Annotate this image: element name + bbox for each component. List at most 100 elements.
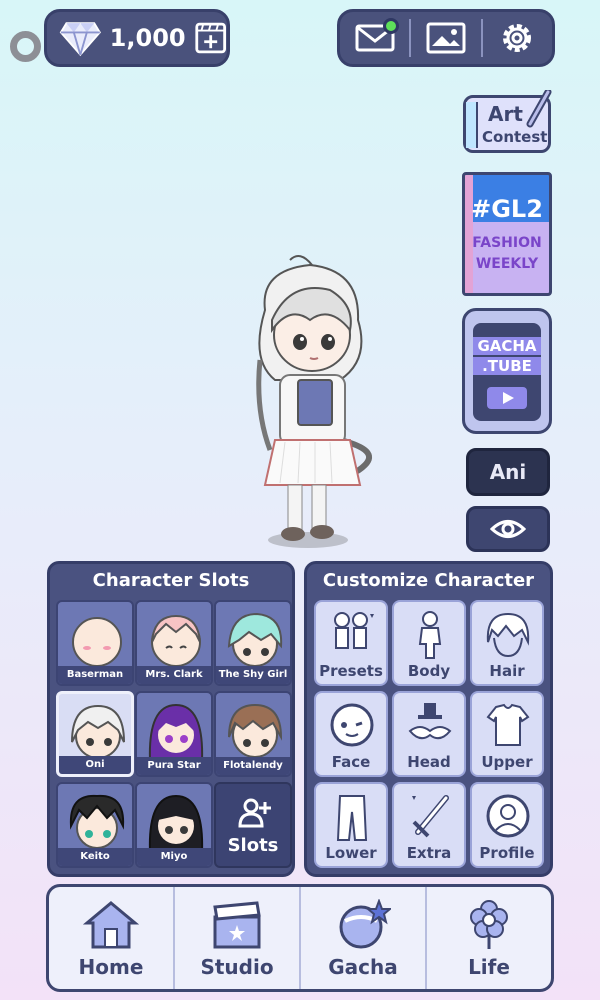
character-slots-panel: Character Slots Baserman Mrs. Clark The … (47, 561, 295, 877)
nav-life-label: Life (468, 955, 510, 979)
hair-icon (486, 612, 530, 658)
pants-icon (336, 795, 368, 841)
profile-label: Profile (479, 844, 535, 862)
currency-bar: 1,000 (44, 9, 230, 67)
slot-name: Baserman (58, 666, 132, 684)
slot-name: The Shy Girl (216, 666, 290, 684)
menu-ring-button[interactable] (10, 31, 41, 62)
magazine-spine (465, 175, 473, 293)
presets-button[interactable]: Presets (314, 600, 388, 686)
nav-home[interactable]: Home (49, 887, 175, 989)
slot-name: Keito (58, 848, 132, 866)
lower-label: Lower (325, 844, 377, 862)
profile-icon (486, 794, 530, 838)
body-button[interactable]: Body (392, 600, 466, 686)
diamond-amount: 1,000 (109, 24, 186, 52)
gallery-button[interactable] (411, 12, 480, 64)
face-label: Face (331, 753, 371, 771)
purple-hair-avatar-icon (148, 703, 204, 761)
slot-name: Oni (59, 756, 131, 774)
upper-label: Upper (481, 753, 533, 771)
nav-gacha-label: Gacha (328, 955, 398, 979)
white-hair-avatar-icon (71, 704, 125, 759)
lower-button[interactable]: Lower (314, 782, 388, 868)
ruler-decoration (466, 102, 478, 148)
slot-name: Miyo (137, 848, 211, 866)
hair-label: Hair (489, 662, 525, 680)
eye-icon (490, 520, 526, 538)
face-button[interactable]: Face (314, 691, 388, 777)
slot-name: Pura Star (137, 757, 211, 775)
art-contest-line2: Contest (482, 128, 548, 146)
home-icon (83, 901, 139, 949)
profile-button[interactable]: Profile (470, 782, 544, 868)
art-contest-line1: Art (488, 102, 523, 126)
add-person-icon (238, 798, 271, 828)
add-slots-button[interactable]: Slots (214, 782, 292, 868)
settings-gear-icon (503, 24, 532, 52)
nav-life[interactable]: Life (427, 887, 551, 989)
character-slot[interactable]: Baserman (56, 600, 134, 686)
bottom-navigation: Home Studio Gacha Life (46, 884, 554, 992)
character-slots-title: Character Slots (92, 570, 250, 591)
fashion-weekly-button[interactable]: #GL2 FASHION WEEKLY (462, 172, 552, 296)
gacha-tube-line2: .TUBE (473, 357, 541, 375)
mail-button[interactable] (340, 12, 409, 64)
play-icon (487, 387, 527, 409)
upper-button[interactable]: Upper (470, 691, 544, 777)
top-icons-bar (337, 9, 555, 67)
character-slot[interactable]: Keito (56, 782, 134, 868)
hair-button[interactable]: Hair (470, 600, 544, 686)
gallery-icon (426, 22, 466, 54)
face-icon (330, 703, 374, 747)
settings-button[interactable] (483, 12, 552, 64)
character-slot[interactable]: Miyo (135, 782, 213, 868)
character-preview[interactable] (230, 250, 390, 560)
flower-icon (470, 900, 508, 949)
nav-home-label: Home (78, 955, 144, 979)
gacha-tube-line1: GACHA (473, 337, 541, 355)
character-slot[interactable]: Mrs. Clark (135, 600, 213, 686)
head-label: Head (407, 753, 451, 771)
teal-hair-avatar-icon (227, 612, 283, 667)
diamond-icon (59, 22, 101, 57)
nav-studio-label: Studio (200, 955, 274, 979)
fashion-weekly-line1: FASHION (472, 235, 542, 251)
notification-dot (383, 18, 400, 34)
character-slot[interactable]: Flotalendy (214, 691, 292, 777)
pink-hair-avatar-icon (151, 614, 201, 667)
bald-avatar-icon (72, 617, 122, 667)
visibility-toggle-button[interactable] (466, 506, 550, 552)
sword-icon (412, 795, 449, 838)
gacha-orb-icon (339, 899, 391, 949)
character-slot-selected[interactable]: Oni (56, 691, 134, 777)
add-slots-label: Slots (227, 835, 279, 856)
tablet-screen: GACHA .TUBE (473, 323, 541, 421)
shirt-icon (486, 703, 530, 746)
customize-character-title: Customize Character (322, 570, 535, 591)
pen-icon (526, 90, 552, 128)
add-video-icon[interactable] (194, 20, 227, 56)
fashion-weekly-line2: WEEKLY (475, 256, 539, 272)
head-button[interactable]: Head (392, 691, 466, 777)
gacha-tube-button[interactable]: GACHA .TUBE (462, 308, 552, 434)
black-hair-avatar-icon (69, 794, 125, 849)
body-icon (418, 611, 442, 659)
ani-button[interactable]: Ani (466, 448, 550, 496)
clapperboard-icon (213, 901, 261, 949)
head-accessory-icon (408, 703, 452, 740)
fashion-weekly-tag: #GL2 (471, 195, 543, 223)
body-label: Body (407, 662, 451, 680)
art-contest-button[interactable]: Art Contest (463, 90, 552, 153)
nav-gacha[interactable]: Gacha (301, 887, 427, 989)
brown-hair-avatar-icon (228, 703, 283, 758)
presets-label: Presets (319, 662, 383, 680)
customize-character-panel: Customize Character Presets Body Hair Fa… (304, 561, 553, 877)
character-slot[interactable]: The Shy Girl (214, 600, 292, 686)
extra-label: Extra (406, 844, 452, 862)
presets-icon (334, 612, 374, 649)
extra-button[interactable]: Extra (392, 782, 466, 868)
character-slot[interactable]: Pura Star (135, 691, 213, 777)
dark-hair-avatar-icon (148, 794, 204, 852)
nav-studio[interactable]: Studio (175, 887, 301, 989)
